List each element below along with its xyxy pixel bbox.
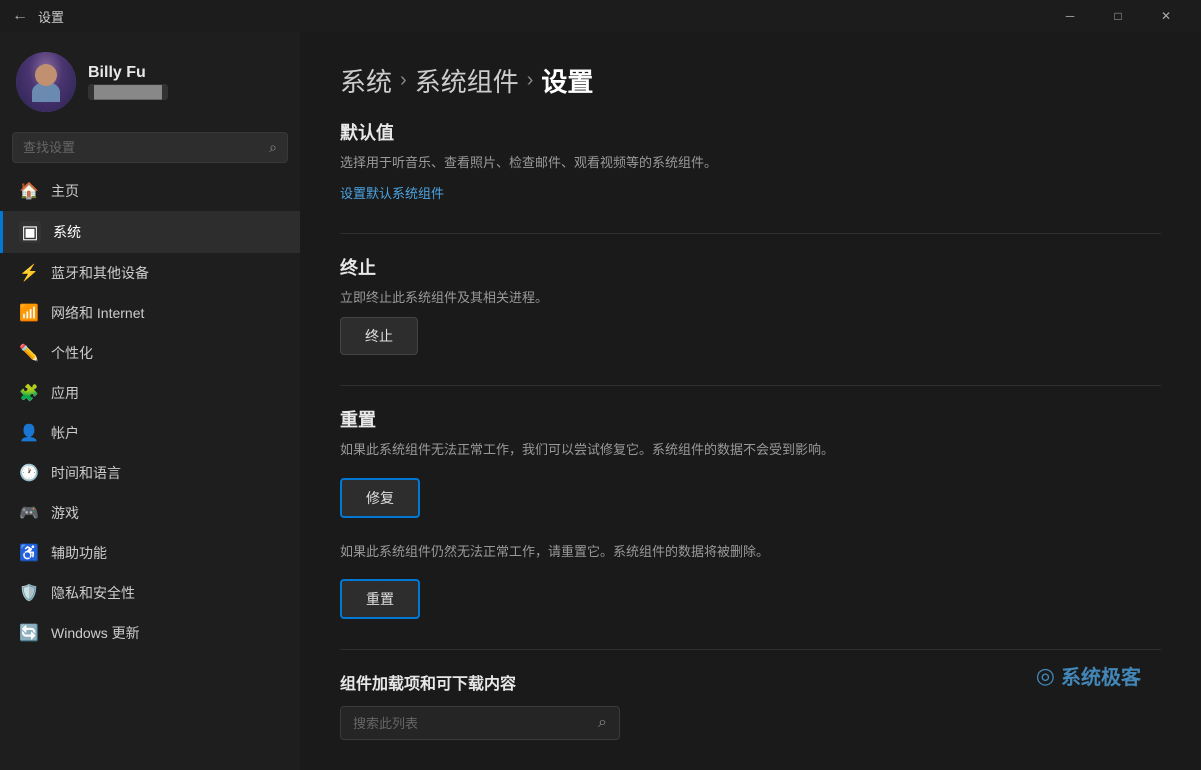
divider-1	[340, 233, 1161, 234]
search-box[interactable]: ⌕	[12, 132, 288, 163]
terminate-title: 终止	[340, 254, 1161, 280]
sidebar-item-accounts[interactable]: 👤 帐户	[0, 413, 300, 453]
sidebar-item-system[interactable]: ▣ 系统	[0, 211, 300, 253]
titlebar: ← 设置 ─ □ ✕	[0, 0, 1201, 32]
main-layout: Billy Fu ████████ ⌕ 🏠 主页 ▣ 系统 ⚡ 蓝牙和	[0, 32, 1201, 770]
minimize-button[interactable]: ─	[1047, 0, 1093, 32]
time-icon: 🕐	[19, 463, 39, 483]
privacy-icon: 🛡️	[19, 583, 39, 603]
sidebar-item-privacy[interactable]: 🛡️ 隐私和安全性	[0, 573, 300, 613]
breadcrumb-components[interactable]: 系统组件	[415, 62, 519, 99]
sidebar-item-label: 时间和语言	[51, 463, 121, 483]
sidebar-item-label: 主页	[51, 181, 79, 201]
close-button[interactable]: ✕	[1143, 0, 1189, 32]
sidebar-item-apps[interactable]: 🧩 应用	[0, 373, 300, 413]
sidebar-item-time[interactable]: 🕐 时间和语言	[0, 453, 300, 493]
sidebar-item-label: 蓝牙和其他设备	[51, 263, 149, 283]
reset-title: 重置	[340, 406, 1161, 432]
breadcrumb-sep-1: ›	[400, 69, 407, 92]
content-area: 系统 › 系统组件 › 设置 默认值 选择用于听音乐、查看照片、检查邮件、观看视…	[300, 32, 1201, 770]
sidebar: Billy Fu ████████ ⌕ 🏠 主页 ▣ 系统 ⚡ 蓝牙和	[0, 32, 300, 770]
defaults-link[interactable]: 设置默认系统组件	[340, 186, 444, 201]
sidebar-item-gaming[interactable]: 🎮 游戏	[0, 493, 300, 533]
home-icon: 🏠	[19, 181, 39, 201]
sidebar-item-personalize[interactable]: ✏️ 个性化	[0, 333, 300, 373]
reset-section: 重置 如果此系统组件无法正常工作，我们可以尝试修复它。系统组件的数据不会受到影响…	[340, 406, 1161, 619]
terminate-desc: 立即终止此系统组件及其相关进程。	[340, 288, 1161, 308]
defaults-section: 默认值 选择用于听音乐、查看照片、检查邮件、观看视频等的系统组件。 设置默认系统…	[340, 119, 1161, 203]
search-icon: ⌕	[269, 139, 277, 156]
sidebar-item-label: 辅助功能	[51, 543, 107, 563]
addon-search-icon: ⌕	[598, 714, 607, 732]
sidebar-item-label: 个性化	[51, 343, 93, 363]
user-account: ████████	[88, 84, 168, 100]
maximize-button[interactable]: □	[1095, 0, 1141, 32]
breadcrumb: 系统 › 系统组件 › 设置	[340, 62, 1161, 99]
sidebar-item-label: Windows 更新	[51, 623, 140, 643]
back-button[interactable]: ←	[12, 7, 28, 25]
window-title: 设置	[38, 7, 64, 26]
sidebar-item-label: 隐私和安全性	[51, 583, 135, 603]
apps-icon: 🧩	[19, 383, 39, 403]
avatar	[16, 52, 76, 112]
breadcrumb-system[interactable]: 系统	[340, 62, 392, 99]
user-name: Billy Fu	[88, 64, 168, 82]
personalize-icon: ✏️	[19, 343, 39, 363]
sidebar-item-label: 游戏	[51, 503, 79, 523]
repair-button[interactable]: 修复	[340, 478, 420, 518]
sidebar-item-network[interactable]: 📶 网络和 Internet	[0, 293, 300, 333]
network-icon: 📶	[19, 303, 39, 323]
terminate-button[interactable]: 终止	[340, 317, 418, 355]
breadcrumb-current: 设置	[541, 62, 593, 99]
gaming-icon: 🎮	[19, 503, 39, 523]
window-controls: ─ □ ✕	[1047, 0, 1189, 32]
sidebar-item-label: 系统	[53, 222, 81, 242]
addon-search-box[interactable]: ⌕	[340, 706, 620, 740]
windows-update-icon: 🔄	[19, 623, 39, 643]
nav-list: 🏠 主页 ▣ 系统 ⚡ 蓝牙和其他设备 📶 网络和 Internet ✏️ 个性…	[0, 171, 300, 653]
sidebar-item-home[interactable]: 🏠 主页	[0, 171, 300, 211]
defaults-desc: 选择用于听音乐、查看照片、检查邮件、观看视频等的系统组件。	[340, 153, 1161, 173]
defaults-title: 默认值	[340, 119, 1161, 145]
divider-3	[340, 649, 1161, 650]
user-profile[interactable]: Billy Fu ████████	[0, 32, 300, 128]
sidebar-item-accessibility[interactable]: ♿ 辅助功能	[0, 533, 300, 573]
user-info: Billy Fu ████████	[88, 64, 168, 100]
accessibility-icon: ♿	[19, 543, 39, 563]
terminate-section: 终止 立即终止此系统组件及其相关进程。 终止	[340, 254, 1161, 356]
sidebar-item-label: 帐户	[51, 423, 79, 443]
divider-2	[340, 385, 1161, 386]
reset-desc2: 如果此系统组件仍然无法正常工作，请重置它。系统组件的数据将被删除。	[340, 542, 1161, 562]
addon-search-input[interactable]	[353, 716, 598, 731]
reset-desc1: 如果此系统组件无法正常工作，我们可以尝试修复它。系统组件的数据不会受到影响。	[340, 440, 1161, 460]
search-input[interactable]	[23, 140, 269, 155]
breadcrumb-sep-2: ›	[527, 69, 534, 92]
addon-section: 组件加载项和可下载内容 ⌕	[340, 670, 1161, 740]
system-icon: ▣	[19, 221, 41, 243]
accounts-icon: 👤	[19, 423, 39, 443]
reset-button[interactable]: 重置	[340, 579, 420, 619]
addon-title: 组件加载项和可下载内容	[340, 670, 1161, 694]
sidebar-item-label: 网络和 Internet	[51, 303, 144, 323]
sidebar-item-label: 应用	[51, 383, 79, 403]
sidebar-item-windows-update[interactable]: 🔄 Windows 更新	[0, 613, 300, 653]
bluetooth-icon: ⚡	[19, 263, 39, 283]
sidebar-item-bluetooth[interactable]: ⚡ 蓝牙和其他设备	[0, 253, 300, 293]
